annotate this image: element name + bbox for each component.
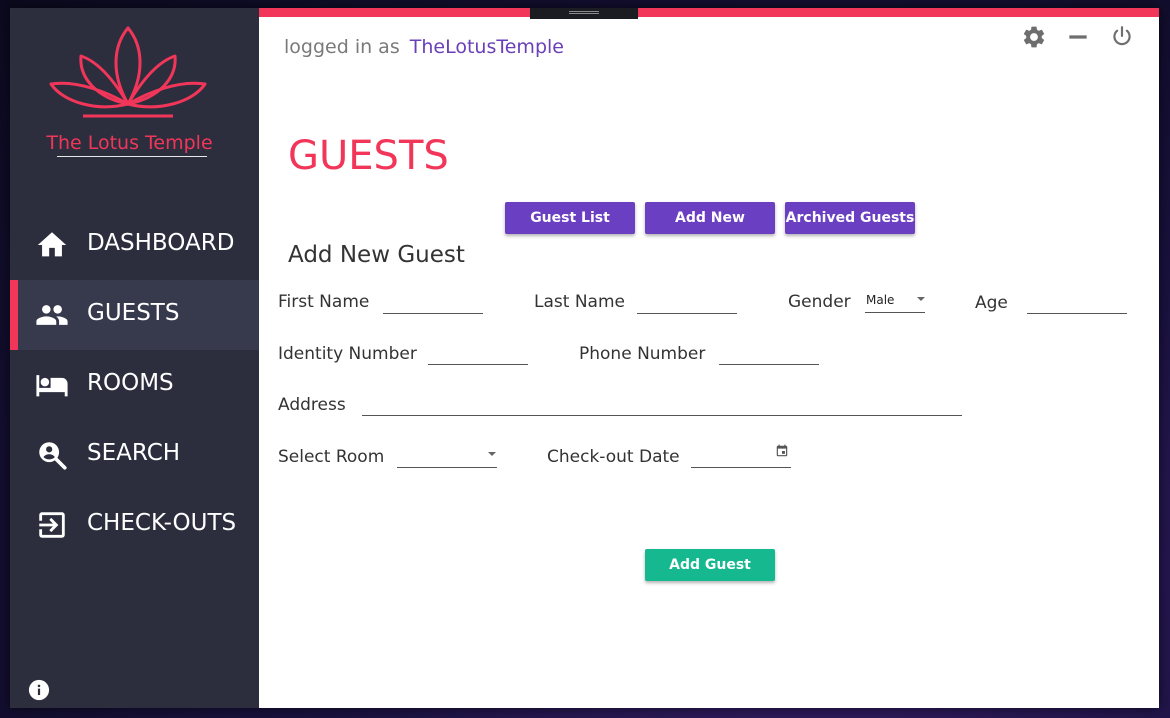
sidebar-item-dashboard[interactable]: DASHBOARD: [10, 210, 259, 280]
username: TheLotusTemple: [409, 36, 564, 58]
identity-number-field[interactable]: [428, 341, 528, 365]
address-field[interactable]: [362, 392, 962, 416]
room-select[interactable]: [397, 444, 497, 468]
minimize-icon[interactable]: [1065, 24, 1091, 50]
age-field[interactable]: [1027, 290, 1127, 314]
page-title: GUESTS: [288, 133, 449, 179]
identity-number-label: Identity Number: [278, 344, 417, 364]
phone-number-label: Phone Number: [579, 344, 706, 364]
login-info: logged in as TheLotusTemple: [284, 36, 564, 58]
sidebar-item-checkouts[interactable]: CHECK-OUTS: [10, 490, 259, 560]
bed-icon: [36, 375, 68, 397]
gender-select[interactable]: Male: [865, 289, 925, 313]
exit-icon: [39, 512, 65, 538]
add-guest-button[interactable]: Add Guest: [645, 549, 775, 581]
address-label: Address: [278, 395, 346, 415]
tab-archived-guests[interactable]: Archived Guests: [785, 202, 915, 234]
first-name-field[interactable]: [383, 290, 483, 314]
age-label: Age: [975, 293, 1008, 313]
last-name-field[interactable]: [637, 290, 737, 314]
sidebar-item-label: GUESTS: [87, 300, 180, 326]
calendar-icon[interactable]: [775, 444, 789, 458]
tab-guest-list[interactable]: Guest List: [505, 202, 635, 234]
gender-selected-value: Male: [866, 293, 895, 307]
app-window: The Lotus Temple DASHBOARD GUESTS ROOMS …: [10, 8, 1159, 708]
info-icon[interactable]: [28, 679, 50, 701]
tab-add-new[interactable]: Add New: [645, 202, 775, 234]
sidebar-item-rooms[interactable]: ROOMS: [10, 350, 259, 420]
sidebar-item-label: SEARCH: [87, 440, 181, 466]
brand-name: The Lotus Temple: [46, 132, 213, 154]
power-icon[interactable]: [1109, 24, 1135, 50]
brand-divider: [57, 156, 207, 157]
login-prefix: logged in as: [284, 36, 400, 58]
title-bar-accent-left: [259, 8, 530, 17]
select-room-label: Select Room: [278, 447, 385, 467]
sidebar-nav: DASHBOARD GUESTS ROOMS SEARCH CHECK-OUTS: [10, 210, 259, 560]
first-name-label: First Name: [278, 292, 370, 312]
form-title: Add New Guest: [288, 242, 465, 268]
title-bar-accent-right: [638, 8, 1159, 17]
sidebar-item-search[interactable]: SEARCH: [10, 420, 259, 490]
home-icon: [37, 232, 67, 257]
chevron-down-icon: [917, 297, 925, 301]
people-icon: [36, 305, 68, 325]
chevron-down-icon: [488, 452, 496, 456]
last-name-label: Last Name: [534, 292, 625, 312]
brand: The Lotus Temple: [10, 8, 259, 178]
gender-label: Gender: [788, 292, 851, 312]
lotus-icon: [49, 26, 207, 118]
person-search-icon: [39, 442, 67, 470]
sidebar-item-label: DASHBOARD: [87, 230, 235, 256]
phone-number-field[interactable]: [719, 341, 819, 365]
checkout-date-picker[interactable]: [691, 444, 791, 468]
window-drag-handle[interactable]: [530, 8, 638, 19]
sidebar-item-label: ROOMS: [87, 370, 174, 396]
sidebar-item-guests[interactable]: GUESTS: [10, 280, 259, 350]
sidebar-item-label: CHECK-OUTS: [87, 510, 237, 536]
checkout-date-label: Check-out Date: [547, 447, 680, 467]
gear-icon[interactable]: [1021, 24, 1047, 50]
sidebar: The Lotus Temple DASHBOARD GUESTS ROOMS …: [10, 8, 259, 708]
